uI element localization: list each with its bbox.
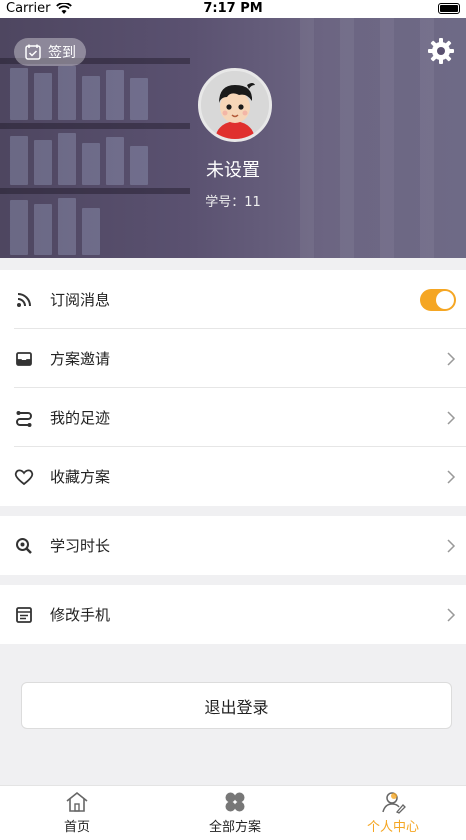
menu-label: 修改手机	[50, 606, 111, 624]
tab-label: 首页	[63, 820, 90, 835]
menu-item-footprints[interactable]: 我的足迹	[0, 388, 466, 447]
chevron-right-icon	[447, 469, 456, 484]
signin-button[interactable]: 签到	[14, 38, 86, 66]
menu-group-study: 学习时长	[0, 516, 466, 575]
menu-group-account: 修改手机	[0, 585, 466, 644]
profile-header: 签到 未设置 学号：11	[0, 18, 466, 258]
menu-label: 我的足迹	[50, 409, 111, 427]
nickname: 未设置	[206, 160, 260, 181]
tab-home[interactable]: 首页	[27, 790, 127, 835]
chevron-right-icon	[447, 410, 456, 425]
menu-item-subscribe[interactable]: 订阅消息	[0, 270, 466, 329]
chevron-right-icon	[447, 351, 456, 366]
logout-button[interactable]: 退出登录	[21, 682, 452, 729]
home-icon	[66, 791, 88, 812]
avatar[interactable]	[198, 68, 272, 142]
magnify-icon	[14, 536, 34, 556]
inbox-icon	[14, 349, 34, 369]
user-icon	[382, 792, 406, 814]
cartoon-boy-avatar-icon	[201, 71, 269, 139]
menu-item-study-time[interactable]: 学习时长	[0, 516, 466, 575]
menu-label: 订阅消息	[50, 291, 111, 309]
chevron-right-icon	[447, 607, 456, 622]
tab-label: 全部方案	[208, 820, 261, 835]
menu-item-favorites[interactable]: 收藏方案	[0, 447, 466, 506]
heart-icon	[14, 467, 34, 487]
menu-label: 学习时长	[50, 537, 111, 555]
tab-all-plans[interactable]: 全部方案	[185, 790, 285, 835]
phone-list-icon	[14, 605, 34, 625]
tab-bar: 首页 全部方案 个人中心	[0, 785, 466, 840]
battery-icon	[438, 3, 460, 14]
clover-icon	[225, 792, 245, 812]
status-bar: Carrier 7:17 PM	[0, 0, 466, 18]
signin-label: 签到	[48, 45, 76, 61]
tab-label: 个人中心	[366, 820, 419, 835]
menu-label: 收藏方案	[50, 468, 111, 486]
settings-gear-icon[interactable]	[426, 36, 456, 66]
rss-icon	[14, 290, 34, 310]
menu-item-plan-invite[interactable]: 方案邀请	[0, 329, 466, 388]
menu-item-change-phone[interactable]: 修改手机	[0, 585, 466, 644]
menu-label: 方案邀请	[50, 350, 111, 368]
student-id: 学号：11	[205, 195, 261, 210]
chevron-right-icon	[447, 538, 456, 553]
status-time: 7:17 PM	[203, 1, 263, 16]
subscribe-toggle[interactable]	[420, 288, 456, 311]
menu-group-main: 订阅消息 方案邀请 我的足迹 收藏方案	[0, 270, 466, 506]
tab-profile[interactable]: 个人中心	[343, 790, 443, 835]
calendar-check-icon	[25, 44, 41, 60]
route-icon	[14, 408, 34, 428]
